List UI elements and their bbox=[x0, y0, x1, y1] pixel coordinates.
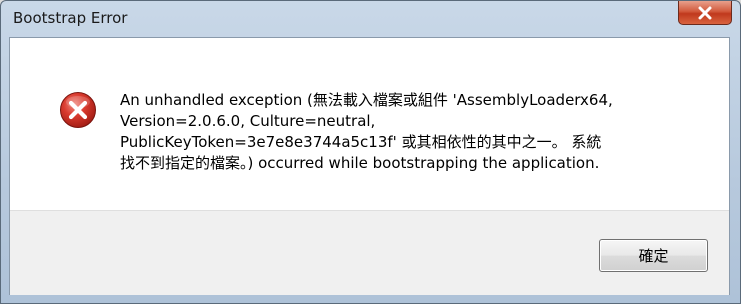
close-button[interactable] bbox=[678, 1, 732, 25]
message-area: An unhandled exception (無法載入檔案或組件 'Assem… bbox=[10, 38, 729, 210]
ok-button[interactable]: 確定 bbox=[599, 239, 708, 272]
button-bar: 確定 bbox=[10, 210, 729, 295]
dialog-window: Bootstrap Error An unhandled exception (… bbox=[0, 0, 741, 304]
close-icon bbox=[698, 6, 712, 19]
dialog-body: An unhandled exception (無法載入檔案或組件 'Assem… bbox=[9, 37, 730, 295]
error-icon bbox=[60, 92, 96, 128]
error-message: An unhandled exception (無法載入檔案或組件 'Assem… bbox=[120, 91, 613, 172]
title-bar[interactable]: Bootstrap Error bbox=[1, 1, 740, 37]
window-title: Bootstrap Error bbox=[13, 9, 128, 27]
